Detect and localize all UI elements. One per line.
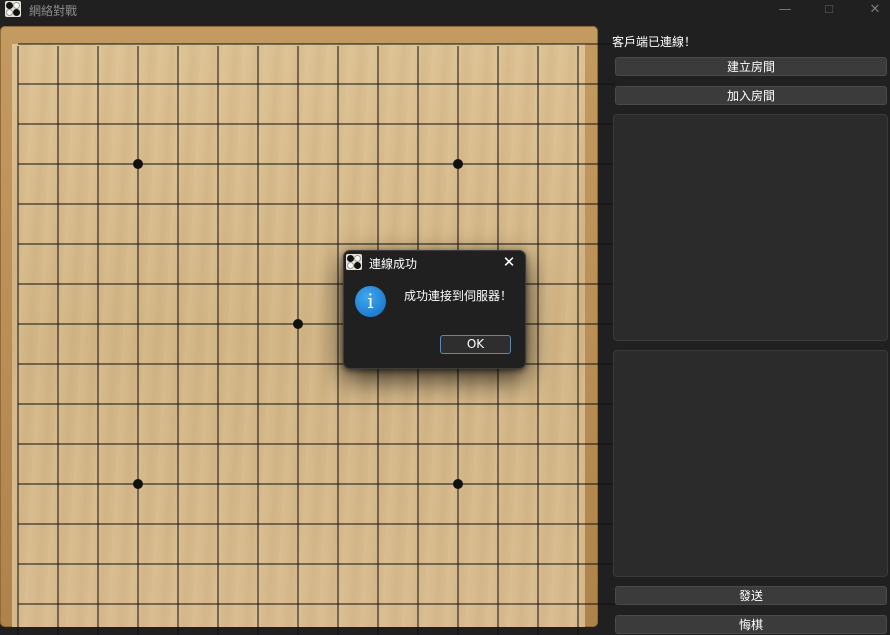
title-bar: 網絡對戰 — ☐ ✕ xyxy=(0,0,890,20)
app-icon xyxy=(5,1,21,17)
undo-button[interactable]: 悔棋 xyxy=(615,615,887,634)
connection-status: 客戶端已連線！ xyxy=(612,35,697,49)
maximize-button[interactable]: ☐ xyxy=(806,0,852,20)
star-point xyxy=(293,319,303,329)
star-point xyxy=(453,479,463,489)
star-point xyxy=(133,479,143,489)
chat-panel[interactable] xyxy=(613,350,888,577)
window-title: 網絡對戰 xyxy=(29,4,78,18)
ok-button[interactable]: OK xyxy=(440,335,511,354)
room-list-panel[interactable] xyxy=(613,114,888,341)
minimize-button[interactable]: — xyxy=(762,0,808,20)
connection-success-dialog: 連線成功 ✕ i 成功連接到伺服器！ OK xyxy=(343,250,526,369)
create-room-button[interactable]: 建立房間 xyxy=(615,57,887,76)
send-button[interactable]: 發送 xyxy=(615,586,887,605)
dialog-close-icon[interactable]: ✕ xyxy=(501,254,517,270)
join-room-button[interactable]: 加入房間 xyxy=(615,86,887,105)
info-icon: i xyxy=(355,286,386,317)
dialog-title: 連線成功 xyxy=(369,257,418,271)
star-point xyxy=(133,159,143,169)
star-point xyxy=(453,159,463,169)
close-button[interactable]: ✕ xyxy=(852,0,890,20)
dialog-app-icon xyxy=(346,254,362,270)
dialog-message: 成功連接到伺服器！ xyxy=(404,289,513,303)
